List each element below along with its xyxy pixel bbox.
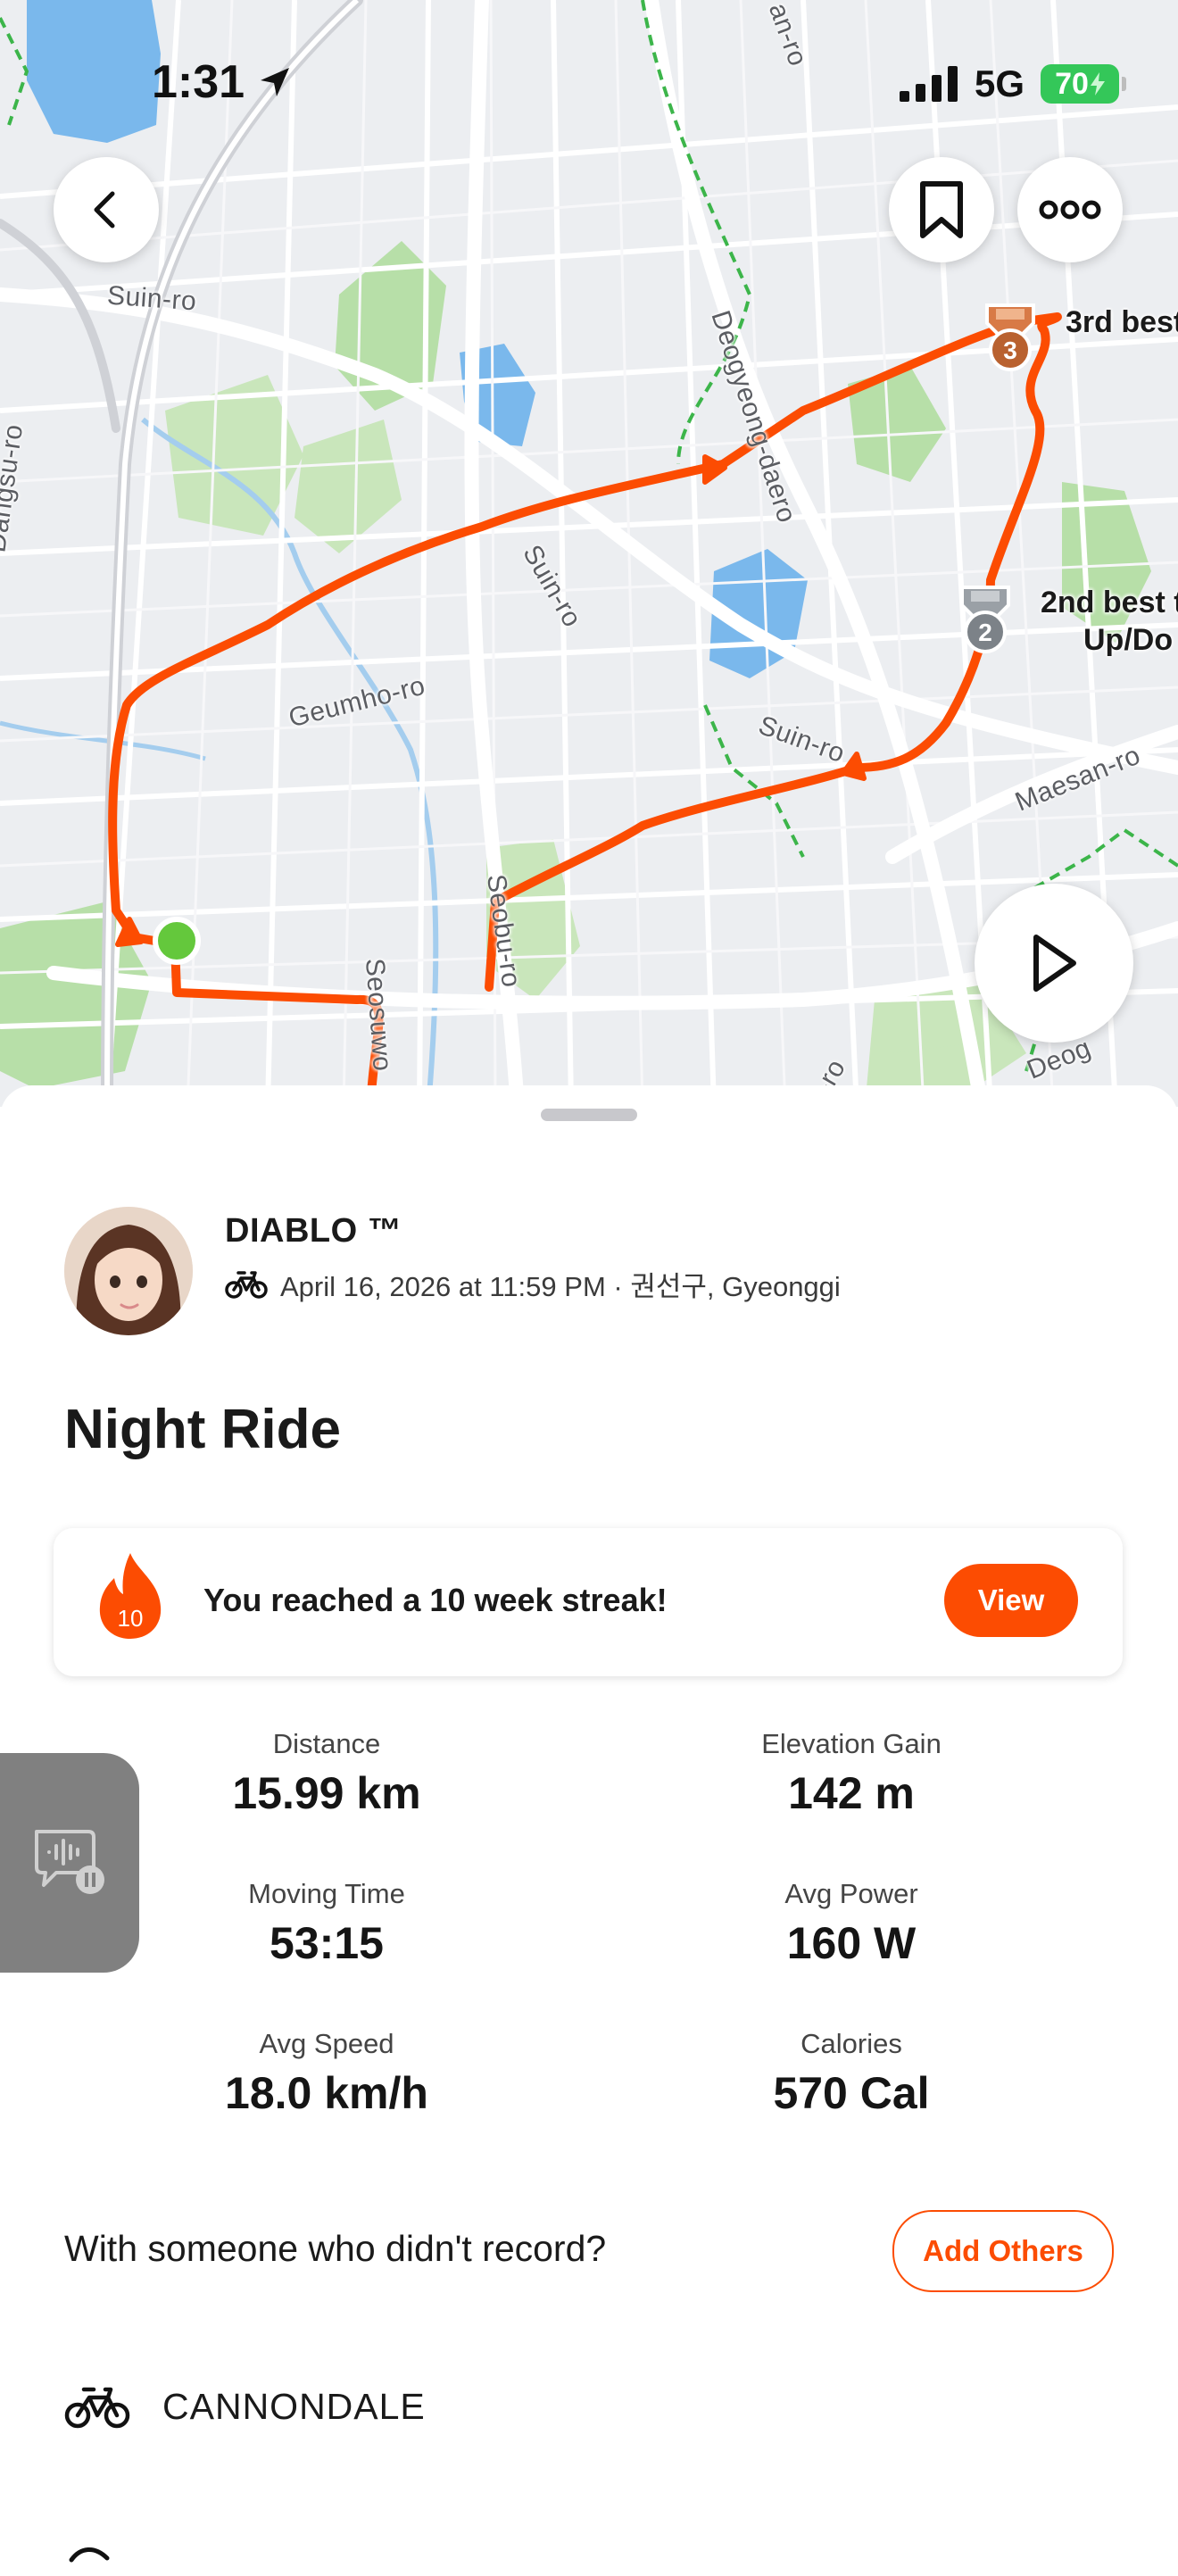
- back-button[interactable]: [54, 157, 159, 262]
- battery-level: 70: [1055, 66, 1089, 101]
- stat-value: 160 W: [786, 1918, 917, 1968]
- segment-label-3rd: 3rd best: [1066, 303, 1178, 341]
- segment-medal-3rd[interactable]: 3: [982, 303, 1039, 375]
- medal-rank: 2: [978, 619, 992, 646]
- sheet-drag-handle[interactable]: [541, 1109, 637, 1121]
- stat-avg-power: Avg Power 160 W: [664, 1878, 1039, 1969]
- flame-icon: 10: [99, 1553, 162, 1639]
- clock: 1:31: [152, 56, 245, 108]
- route-map[interactable]: Suin-ro Dangsu-ro Deogyeong-daero Suin-r…: [0, 0, 1178, 1107]
- flyover-play-button[interactable]: [975, 884, 1133, 1043]
- bookmark-icon: [920, 181, 963, 238]
- streak-count: 10: [118, 1605, 144, 1632]
- segment-label: 2nd best t: [1041, 586, 1178, 619]
- streak-card[interactable]: 10 You reached a 10 week streak! View: [54, 1528, 1123, 1676]
- segment-label-2nd: 2nd best t Up/Do: [1041, 584, 1178, 659]
- charging-bolt-icon: [1090, 72, 1105, 96]
- stat-value: 18.0 km/h: [225, 2068, 428, 2118]
- segment-label: 3rd best: [1066, 305, 1178, 339]
- stat-moving-time: Moving Time 53:15: [139, 1878, 514, 1969]
- activity-title: Night Ride: [64, 1399, 341, 1460]
- activity-date-location: April 16, 2026 at 11:59 PM · 권선구, Gyeong…: [280, 1271, 841, 1302]
- battery-cap: [1122, 77, 1126, 91]
- signal-icon: [899, 66, 958, 102]
- voice-memo-chip[interactable]: [0, 1753, 139, 1973]
- medal-icon: 2: [960, 586, 1010, 653]
- shoe-icon: [69, 2547, 110, 2563]
- stat-elevation-gain: Elevation Gain 142 m: [664, 1728, 1039, 1819]
- more-icon: [1039, 200, 1101, 220]
- gear-name: CANNONDALE: [162, 2385, 426, 2427]
- stat-label: Distance: [272, 1728, 381, 1759]
- add-others-button[interactable]: Add Others: [892, 2210, 1114, 2292]
- stat-label: Calories: [801, 2028, 902, 2059]
- stat-value: 570 Cal: [773, 2068, 930, 2118]
- athlete-name[interactable]: DIABLO ™: [225, 1212, 402, 1251]
- stat-label: Avg Speed: [259, 2028, 394, 2059]
- more-options-button[interactable]: [1017, 157, 1123, 262]
- network-type: 5G: [974, 62, 1025, 104]
- location-arrow-icon: [261, 68, 290, 96]
- segment-medal-2nd[interactable]: 2: [957, 586, 1014, 657]
- medal-icon: 3: [985, 303, 1035, 371]
- battery-indicator: 70: [1041, 64, 1126, 104]
- chevron-left-icon: [94, 191, 115, 229]
- bike-icon: [225, 1270, 268, 1299]
- avatar-image: [64, 1207, 193, 1335]
- streak-view-button[interactable]: View: [944, 1564, 1078, 1637]
- bookmark-button[interactable]: [889, 157, 994, 262]
- avatar[interactable]: [64, 1207, 193, 1335]
- stat-value: 15.99 km: [232, 1768, 421, 1818]
- status-indicators: 5G 70: [899, 62, 1126, 105]
- status-time: 1:31: [152, 55, 293, 109]
- streak-message: You reached a 10 week streak!: [203, 1582, 668, 1618]
- bike-icon: [64, 2387, 130, 2429]
- stat-label: Avg Power: [784, 1878, 918, 1909]
- medal-rank: 3: [1003, 337, 1017, 364]
- activity-meta: April 16, 2026 at 11:59 PM · 권선구, Gyeong…: [225, 1264, 841, 1304]
- stat-label: Elevation Gain: [761, 1728, 942, 1759]
- activity-sheet: DIABLO ™ April 16, 2026 at 11:59 PM · 권선…: [0, 1085, 1178, 2560]
- stat-label: Moving Time: [248, 1878, 405, 1909]
- stat-distance: Distance 15.99 km: [139, 1728, 514, 1819]
- map-label: Suin-ro: [106, 280, 198, 317]
- stat-value: 142 m: [788, 1768, 915, 1818]
- add-others-prompt: With someone who didn't record?: [64, 2228, 607, 2269]
- voice-memo-paused-icon: [35, 1830, 104, 1894]
- stat-avg-speed: Avg Speed 18.0 km/h: [139, 2028, 514, 2119]
- stat-value: 53:15: [270, 1918, 384, 1968]
- play-icon: [1033, 935, 1076, 992]
- stat-calories: Calories 570 Cal: [664, 2028, 1039, 2119]
- segment-label: Up/Do: [1083, 623, 1174, 657]
- gear-row[interactable]: CANNONDALE: [64, 2383, 426, 2430]
